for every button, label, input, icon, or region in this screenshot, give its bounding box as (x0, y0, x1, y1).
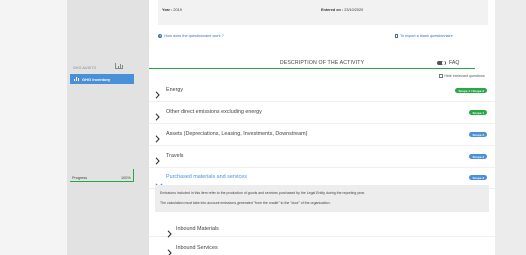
right-gutter (495, 0, 526, 255)
category-row[interactable]: Energy Scope 1 / Scope 2 (149, 80, 495, 102)
sidebar-item-ghg-inventory[interactable]: GHG Inventory (70, 74, 134, 84)
faq-toggle[interactable]: FAQ (437, 60, 459, 66)
year-field: Year : 2019 (162, 8, 182, 12)
category-row[interactable]: Travels Scope 3 (149, 146, 495, 168)
hide-irrelevant-checkbox[interactable]: Hide irrelevant questions (439, 74, 485, 78)
expanded-description: Emissions included in this item refer to… (155, 185, 489, 212)
scope-badge: Scope 1 / Scope 2 (455, 88, 487, 93)
bar-chart-icon[interactable] (115, 63, 123, 69)
entered-on-field: Entered on : 23/10/2020 (321, 8, 363, 12)
sidebar-item-label: GHG Inventory (82, 76, 111, 82)
toggle-icon (437, 60, 446, 66)
progress-label: Progress (72, 176, 88, 180)
document-icon (395, 34, 398, 38)
chevron-right-icon[interactable] (155, 152, 160, 165)
progress-bar (70, 181, 134, 182)
scope-badge: Scope 3 (469, 154, 487, 159)
export-link-label: To export a blank questionnaire (400, 34, 453, 38)
category-row[interactable]: Assets (Depreciations, Leasing, Investme… (149, 124, 495, 146)
export-blank-link[interactable]: To export a blank questionnaire (395, 34, 453, 38)
category-label: Other direct emissions excluding energy (166, 109, 262, 115)
subcategory-label: Inbound Materials (176, 226, 219, 232)
subcategory-row[interactable]: Inbound Materials (149, 218, 495, 238)
chevron-right-icon[interactable] (155, 108, 160, 121)
category-row[interactable]: Other direct emissions excluding energy S… (149, 102, 495, 124)
progress-marker (133, 169, 134, 182)
entered-label: Entered on : (321, 8, 344, 12)
entered-value: 23/10/2020 (344, 8, 364, 12)
progress-fill (70, 181, 134, 182)
category-label: Assets (Depreciations, Leasing, Investme… (166, 131, 308, 137)
sidebar-section-label: GHG AUDITS (73, 66, 97, 70)
chevron-right-icon[interactable] (167, 244, 172, 255)
main-content: Year : 2019 Entered on : 23/10/2020 ? Ho… (149, 0, 495, 255)
subcategory-row[interactable]: Inbound Services (149, 237, 495, 255)
category-label: Travels (166, 153, 184, 159)
year-label: Year : (162, 8, 173, 12)
help-link[interactable]: ? How does the questionnaire work ? (158, 34, 224, 39)
question-icon: ? (158, 34, 163, 39)
left-gutter (0, 0, 67, 255)
scope-badge: Scope 3 (469, 132, 487, 137)
chevron-right-icon[interactable] (167, 225, 172, 238)
subcategory-label: Inbound Services (176, 245, 218, 251)
progress-value: 100% (121, 176, 131, 180)
chevron-down-icon[interactable] (155, 175, 163, 188)
description-paragraph: Emissions included in this item refer to… (160, 191, 365, 195)
chevron-right-icon[interactable] (155, 130, 160, 143)
faq-label: FAQ (449, 60, 460, 66)
description-paragraph: The calculation must take into account e… (160, 201, 331, 205)
scope-badge: Scope 3 (469, 175, 487, 180)
help-link-label: How does the questionnaire work ? (164, 34, 224, 39)
scope-badge: Scope 1 (469, 110, 487, 115)
sidebar: GHG AUDITS GHG Inventory Progress 100% (67, 0, 149, 255)
chevron-right-icon[interactable] (155, 86, 160, 99)
hide-irrelevant-label: Hide irrelevant questions (444, 74, 485, 78)
bar-chart-icon (74, 77, 79, 81)
category-label: Energy (166, 87, 184, 93)
checkbox-icon[interactable] (439, 74, 443, 78)
year-value: 2019 (173, 8, 182, 12)
section-divider (149, 68, 475, 69)
category-label: Purchased materials and services (166, 174, 247, 180)
info-box: Year : 2019 Entered on : 23/10/2020 (158, 0, 488, 25)
